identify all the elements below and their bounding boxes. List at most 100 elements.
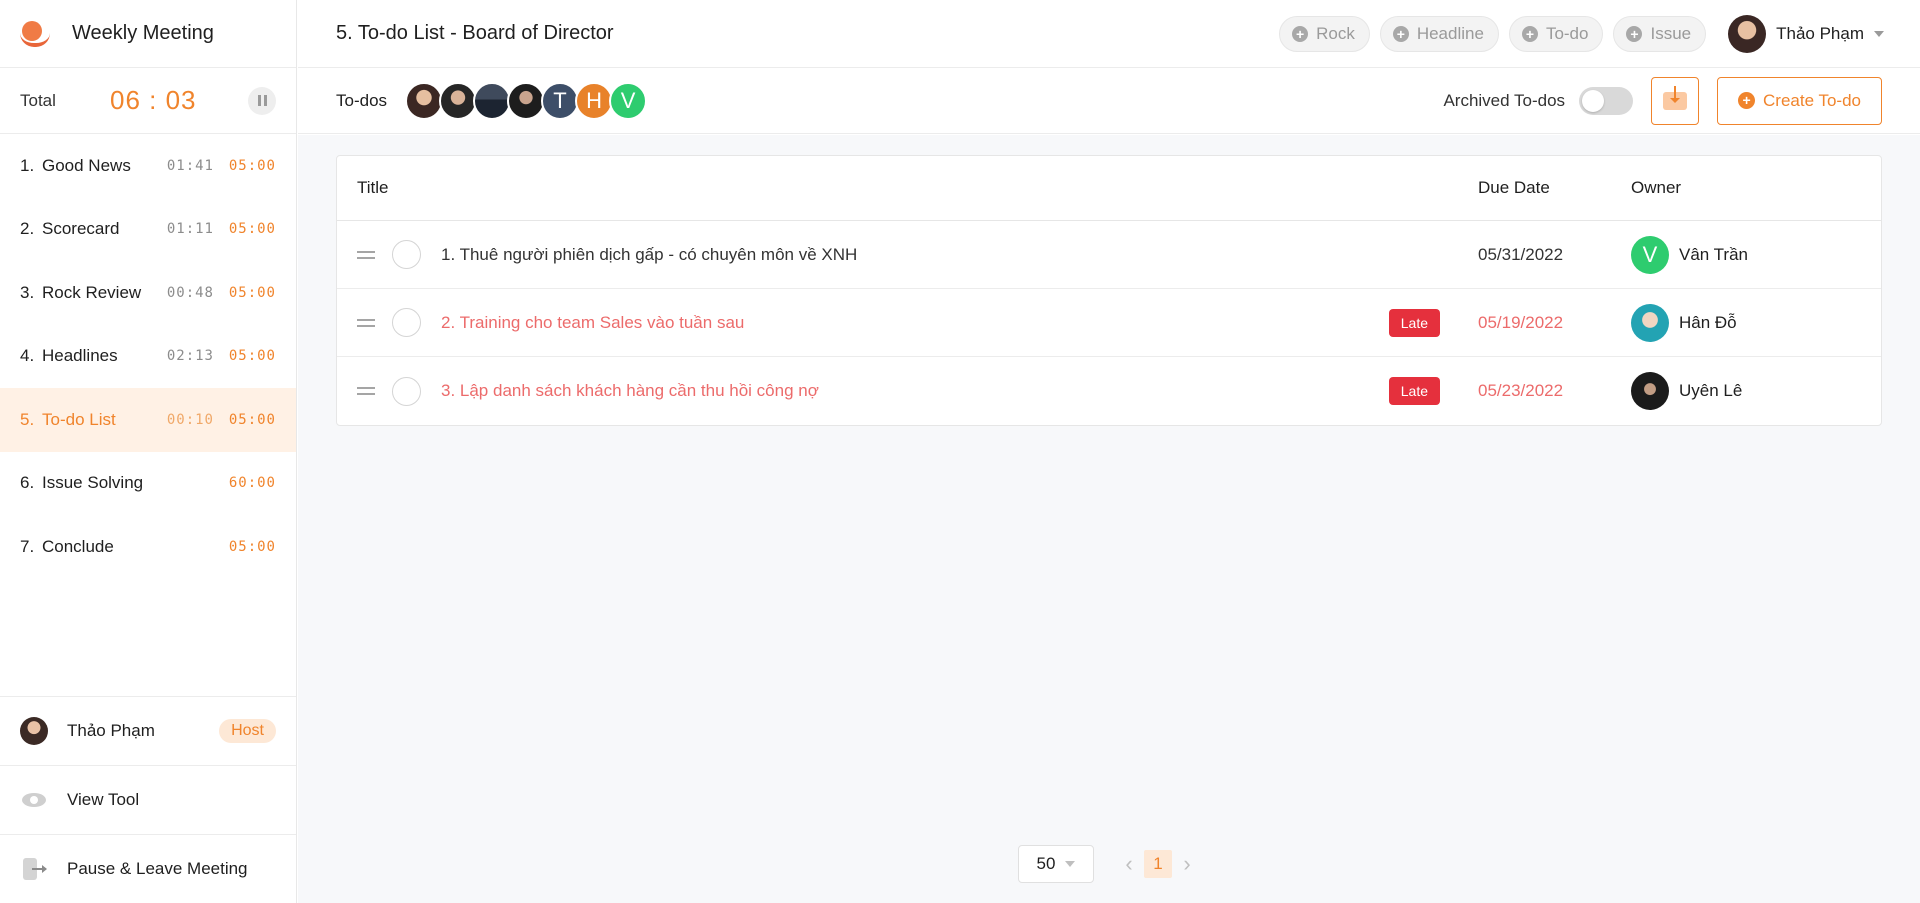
agenda-item-used-time: 01:11 [166,221,214,238]
complete-checkbox[interactable] [392,308,421,337]
avatar [1728,14,1767,53]
todo-title[interactable]: 2. Training cho team Sales vào tuần sau [441,313,1389,333]
participant-avatar[interactable] [473,81,512,120]
drag-handle-icon[interactable] [357,387,375,395]
chevron-left-icon[interactable]: ‹ [1122,851,1136,876]
column-title: Title [357,178,389,197]
todo-title[interactable]: 3. Lập danh sách khách hàng cần thu hồi … [441,381,1389,401]
agenda-item-used-time: 00:48 [166,284,214,301]
download-icon [1663,85,1688,110]
view-tool-button[interactable]: View Tool [0,765,296,834]
todo-due-date: 05/23/2022 [1478,381,1564,400]
user-menu[interactable]: Thảo Phạm [1728,14,1884,53]
todo-title[interactable]: 1. Thuê người phiên dịch gấp - có chuyên… [441,245,1478,265]
todo-table: Title Due Date Owner 1. Thuê người phiên… [336,155,1882,426]
table-row[interactable]: 2. Training cho team Sales vào tuần sau … [337,289,1881,357]
chevron-down-icon [1065,861,1076,867]
add-todo-button[interactable]: + To-do [1508,15,1604,52]
agenda-item-number: 5. [20,409,35,429]
archived-todos-toggle[interactable] [1579,86,1634,115]
todo-due-date: 05/19/2022 [1478,312,1564,332]
participant-avatar[interactable]: H [575,81,614,120]
plus-circle-icon: + [1292,25,1309,42]
add-rock-button[interactable]: + Rock [1279,15,1370,52]
page-number-current[interactable]: 1 [1144,850,1172,878]
avatar [20,717,48,745]
toolbar-actions: Archived To-dos + Create To-do [1443,76,1882,125]
agenda-item-time-limit: 05:00 [228,538,276,555]
avatar [1631,303,1669,342]
host-badge: Host [219,719,276,743]
meeting-timer: Total 06 : 03 [0,68,296,134]
agenda-item-good-news[interactable]: 1. Good News 01:41 05:00 [0,134,296,198]
table-row[interactable]: 1. Thuê người phiên dịch gấp - có chuyên… [337,221,1881,289]
agenda-item-time-limit: 05:00 [228,348,276,365]
late-badge: Late [1388,308,1440,337]
agenda-item-number: 7. [20,536,35,556]
quick-add-bar: + Rock + Headline + To-do + Issue [1279,15,1707,52]
table-header: Title Due Date Owner [337,156,1881,221]
download-button[interactable] [1651,76,1700,125]
brand: Weekly Meeting [0,0,296,68]
participant-avatar[interactable]: V [609,81,648,120]
sidebar-footer: Thảo Phạm Host View Tool Pause & Leave M… [0,696,296,903]
agenda-item-headlines[interactable]: 4. Headlines 02:13 05:00 [0,325,296,389]
agenda-item-used-time: 02:13 [166,348,214,365]
participant-avatar[interactable] [507,81,546,120]
add-headline-button[interactable]: + Headline [1379,15,1499,52]
page-title: 5. To-do List - Board of Director [336,22,614,44]
agenda-item-todo-list[interactable]: 5. To-do List 00:10 05:00 [0,388,296,452]
todo-owner: V Vân Trần [1631,235,1881,274]
chevron-right-icon[interactable]: › [1180,851,1194,876]
agenda-item-rock-review[interactable]: 3. Rock Review 00:48 05:00 [0,261,296,325]
complete-checkbox[interactable] [392,240,421,269]
eye-icon [22,793,46,807]
leave-meeting-label: Pause & Leave Meeting [67,859,248,878]
todo-due-date: 05/31/2022 [1478,244,1564,264]
section-label: To-dos [336,90,388,110]
todo-owner: Uyên Lê [1631,372,1881,410]
archived-todos-label: Archived To-dos [1443,90,1566,110]
host-name: Thảo Phạm [67,721,155,740]
pause-icon[interactable] [248,86,276,115]
agenda-item-label: Good News [42,155,131,175]
app-title: Weekly Meeting [72,22,214,44]
participant-avatar[interactable] [405,81,444,120]
user-name: Thảo Phạm [1776,23,1864,43]
agenda-item-number: 3. [20,282,35,302]
column-owner: Owner [1631,178,1682,197]
agenda-list: 1. Good News 01:41 05:00 2. Scorecard 01… [0,134,296,579]
complete-checkbox[interactable] [392,376,421,406]
agenda-item-number: 2. [20,219,35,239]
add-issue-button[interactable]: + Issue [1613,15,1707,52]
drag-handle-icon[interactable] [357,250,375,259]
timer-label: Total [20,90,56,110]
add-todo-label: To-do [1545,23,1589,43]
agenda-item-used-time: 00:10 [166,411,214,428]
participant-avatar[interactable] [439,81,478,120]
table-row[interactable]: 3. Lập danh sách khách hàng cần thu hồi … [337,357,1881,425]
agenda-item-scorecard[interactable]: 2. Scorecard 01:11 05:00 [0,198,296,262]
participant-avatar[interactable]: T [541,81,580,120]
todo-owner: Hân Đỗ [1631,303,1881,342]
create-todo-button[interactable]: + Create To-do [1717,76,1882,125]
page-header: 5. To-do List - Board of Director + Rock … [298,0,1920,68]
plus-circle-icon: + [1626,25,1643,42]
owner-name: Hân Đỗ [1679,312,1737,332]
participant-avatars: T H V [405,81,648,120]
page-size-select[interactable]: 50 [1018,845,1094,883]
agenda-item-label: Conclude [42,536,114,556]
agenda-item-number: 4. [20,346,35,366]
agenda-item-label: To-do List [42,409,116,429]
page-size-value: 50 [1036,854,1056,873]
add-issue-label: Issue [1650,23,1692,43]
drag-handle-icon[interactable] [357,318,375,327]
agenda-item-time-limit: 05:00 [228,411,276,428]
agenda-item-label: Issue Solving [42,473,144,493]
owner-name: Uyên Lê [1679,381,1743,400]
leave-meeting-button[interactable]: Pause & Leave Meeting [0,834,296,903]
agenda-item-label: Scorecard [42,219,120,239]
agenda-item-conclude[interactable]: 7. Conclude 05:00 [0,515,296,579]
app-logo-icon [20,19,50,49]
agenda-item-issue-solving[interactable]: 6. Issue Solving 60:00 [0,452,296,516]
